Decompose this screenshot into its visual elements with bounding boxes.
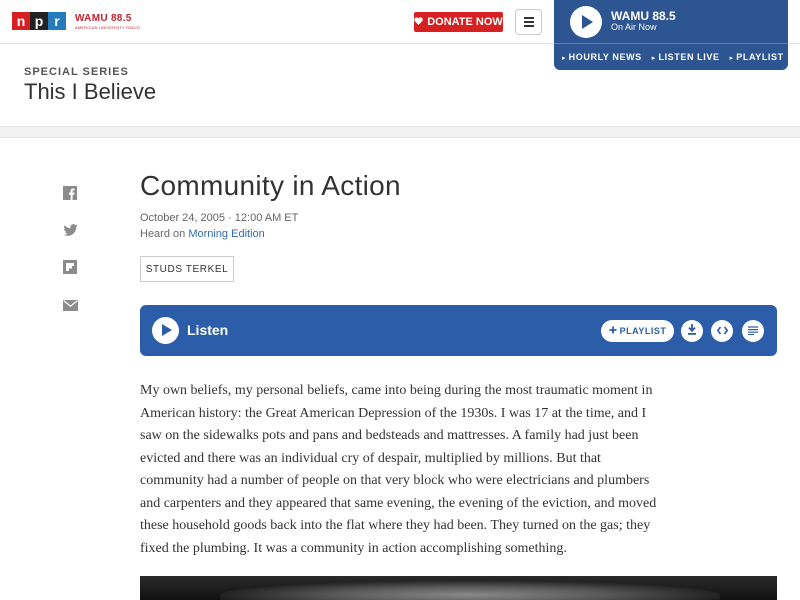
facebook-icon[interactable] [62, 185, 78, 201]
plus-icon [609, 326, 617, 336]
live-player: WAMU 88.5 On Air Now HOURLY NEWS LISTEN … [554, 0, 788, 70]
program-link[interactable]: Morning Edition [188, 228, 264, 240]
series-label: SPECIAL SERIES [24, 66, 129, 78]
tag-button[interactable]: STUDS TERKEL [140, 256, 234, 282]
playlist-link[interactable]: PLAYLIST [730, 52, 784, 62]
npr-logo-r: r [48, 12, 66, 30]
twitter-icon[interactable] [62, 222, 78, 238]
hourly-news-link[interactable]: HOURLY NEWS [562, 52, 642, 62]
article-headline: Community in Action [140, 170, 401, 201]
donate-button-label: DONATE NOW [427, 16, 503, 28]
audio-listen-label: Listen [187, 322, 229, 338]
hamburger-icon [523, 17, 534, 19]
npr-logo[interactable]: n p r [12, 12, 66, 30]
npr-logo-p: p [30, 12, 48, 30]
audio-player: Listen PLAYLIST [140, 305, 777, 356]
flipboard-icon[interactable] [62, 259, 78, 275]
audio-play-button[interactable] [152, 317, 179, 344]
npr-logo-n: n [12, 12, 30, 30]
transcript-button[interactable] [742, 320, 764, 342]
live-play-button[interactable] [570, 6, 602, 38]
transcript-icon [748, 322, 758, 340]
series-title[interactable]: This I Believe [24, 79, 156, 105]
download-button[interactable] [681, 320, 703, 342]
embed-icon [716, 322, 728, 340]
player-station-name: WAMU 88.5 [611, 9, 676, 23]
download-icon [687, 322, 697, 340]
article-date: October 24, 2005 · 12:00 AM ET [140, 212, 299, 224]
listen-live-link[interactable]: LISTEN LIVE [652, 52, 720, 62]
station-logo-text: WAMU 88.5 [75, 13, 132, 24]
player-status: On Air Now [611, 22, 657, 32]
article-photo [140, 576, 777, 600]
station-tagline: AMERICAN UNIVERSITY RADIO [75, 25, 140, 30]
heard-on-prefix: Heard on [140, 228, 189, 240]
email-icon[interactable] [62, 297, 78, 313]
donate-button[interactable]: DONATE NOW [414, 12, 503, 32]
article-body: My own beliefs, my personal beliefs, cam… [140, 383, 657, 556]
embed-button[interactable] [711, 320, 733, 342]
divider-band [0, 126, 800, 138]
playlist-button-label: PLAYLIST [619, 326, 667, 336]
menu-button[interactable] [515, 9, 542, 35]
heart-icon [414, 16, 423, 28]
player-links: HOURLY NEWS LISTEN LIVE PLAYLIST [554, 43, 788, 70]
station-logo[interactable]: WAMU 88.5 AMERICAN UNIVERSITY RADIO [75, 13, 140, 30]
heard-on: Heard on Morning Edition [140, 228, 265, 240]
add-to-playlist-button[interactable]: PLAYLIST [601, 320, 674, 342]
